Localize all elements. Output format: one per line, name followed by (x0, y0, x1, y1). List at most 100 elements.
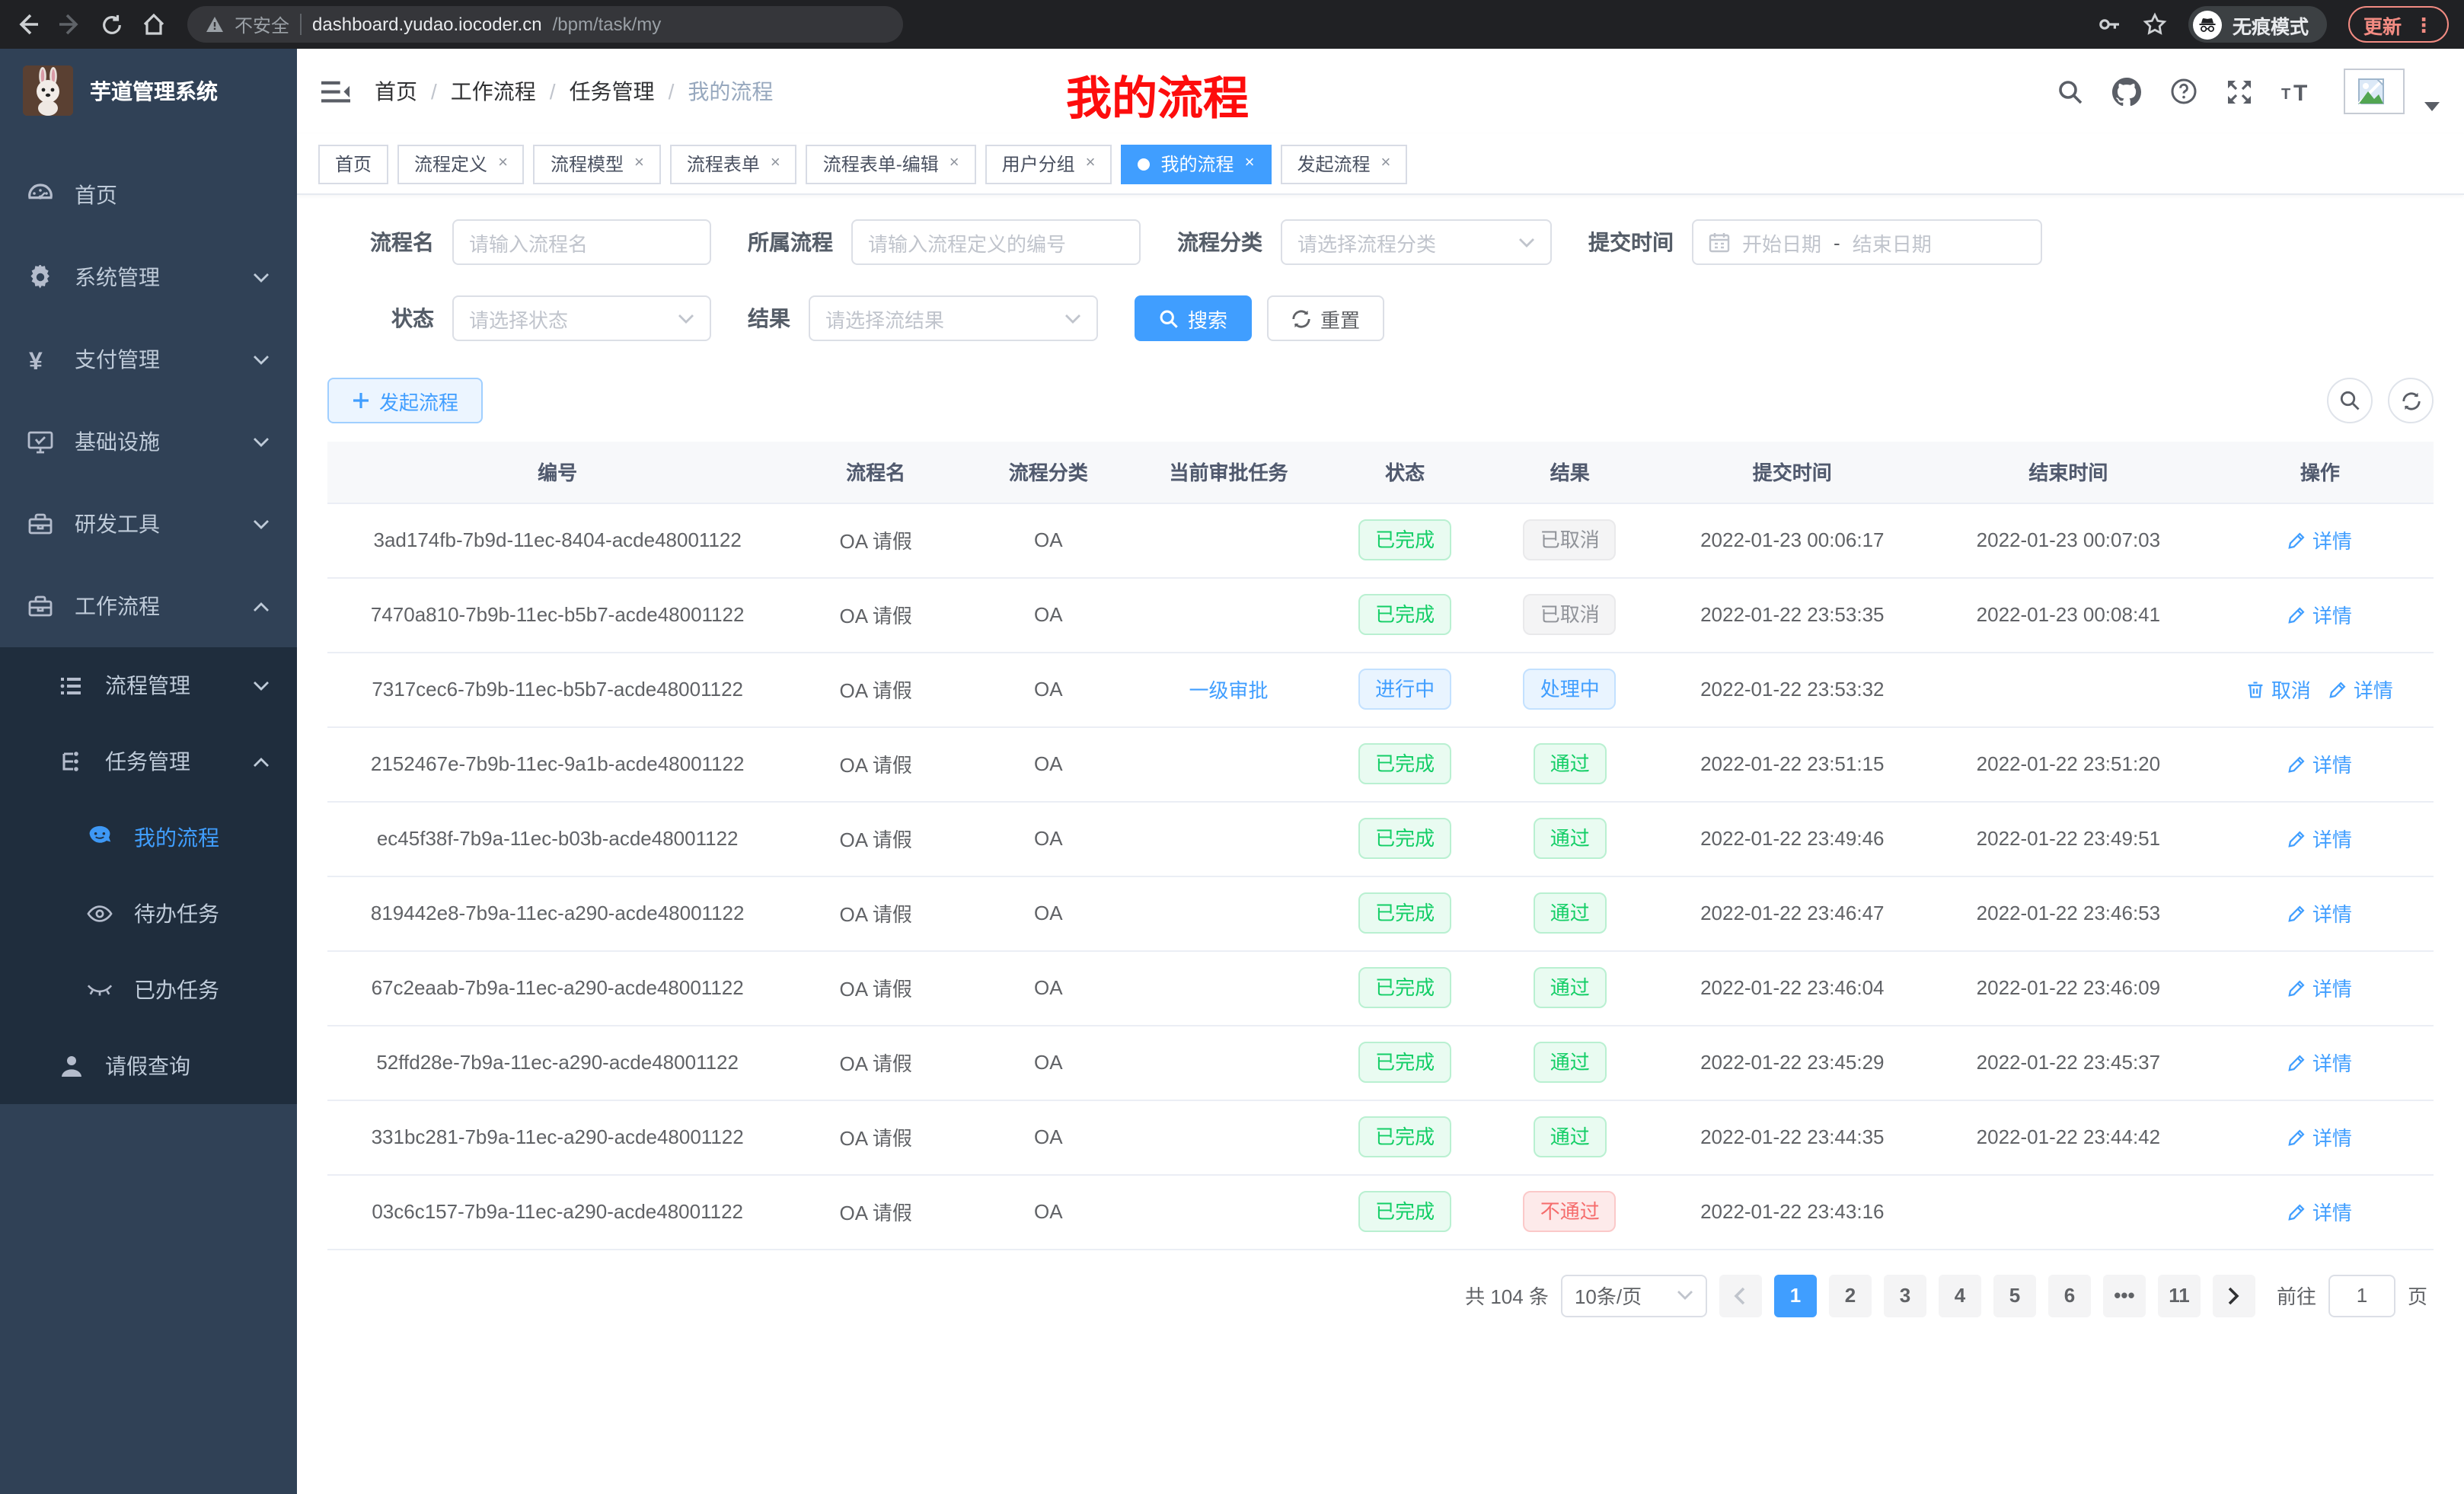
cell-id: 331bc281-7b9a-11ec-a290-acde48001122 (327, 1100, 787, 1174)
search-button[interactable]: 搜索 (1135, 295, 1252, 341)
address-bar[interactable]: 不安全 dashboard.yudao.iocoder.cn/bpm/task/… (187, 6, 903, 43)
browser-forward-icon[interactable] (58, 12, 82, 37)
password-key-icon[interactable] (2097, 12, 2121, 37)
fullscreen-icon[interactable] (2226, 78, 2252, 104)
sidebar-item-系统管理[interactable]: 系统管理 (0, 236, 297, 318)
close-icon[interactable]: × (771, 155, 780, 172)
row-detail-link[interactable]: 详情 (2288, 1197, 2352, 1226)
breadcrumb-item[interactable]: 任务管理 (570, 76, 655, 107)
page-button-2[interactable]: 2 (1829, 1274, 1872, 1317)
page-button-6[interactable]: 6 (2048, 1274, 2091, 1317)
tab-流程表单-编辑[interactable]: 流程表单-编辑× (806, 144, 976, 184)
refresh-table-button[interactable] (2388, 378, 2434, 423)
page-button-4[interactable]: 4 (1939, 1274, 1981, 1317)
app-title: 芋道管理系统 (90, 75, 218, 106)
goto-page-input[interactable]: 1 (2328, 1274, 2395, 1317)
tab-发起流程[interactable]: 发起流程× (1280, 144, 1407, 184)
current-task-link[interactable]: 一级审批 (1189, 675, 1268, 704)
browser-reload-icon[interactable] (101, 13, 123, 36)
status-select[interactable]: 请选择状态 (452, 295, 711, 341)
cell-end-time: 2022-01-23 00:07:03 (1930, 503, 2207, 577)
sidebar-item-待办任务[interactable]: 待办任务 (0, 876, 297, 952)
page-size-select[interactable]: 10条/页 (1561, 1274, 1707, 1317)
breadcrumb-separator: / (669, 79, 675, 104)
row-detail-link[interactable]: 详情 (2288, 1048, 2352, 1077)
sidebar-item-label: 任务管理 (105, 746, 190, 777)
tab-用户分组[interactable]: 用户分组× (985, 144, 1112, 184)
prev-page-button[interactable] (1719, 1274, 1762, 1317)
row-detail-link[interactable]: 详情 (2288, 600, 2352, 629)
breadcrumb-item[interactable]: 工作流程 (451, 76, 536, 107)
tab-流程表单[interactable]: 流程表单× (670, 144, 797, 184)
cell-actions: 取消详情 (2207, 652, 2434, 726)
row-detail-link[interactable]: 详情 (2288, 749, 2352, 778)
row-detail-link[interactable]: 详情 (2288, 1122, 2352, 1151)
github-icon[interactable] (2112, 77, 2141, 106)
browser-update-button[interactable]: 更新 ⋮ (2348, 6, 2449, 43)
sidebar-item-流程管理[interactable]: 流程管理 (0, 647, 297, 723)
cell-id: 2152467e-7b9b-11ec-9a1b-acde48001122 (327, 726, 787, 801)
page-button-1[interactable]: 1 (1774, 1274, 1817, 1317)
sidebar-item-已办任务[interactable]: 已办任务 (0, 952, 297, 1028)
browser-menu-icon[interactable]: ⋮ (2414, 14, 2434, 34)
result-badge: 通过 (1534, 967, 1607, 1008)
close-icon[interactable]: × (1380, 155, 1390, 172)
table-row: 819442e8-7b9a-11ec-a290-acde48001122OA 请… (327, 876, 2434, 950)
cell-status: 已完成 (1324, 1174, 1486, 1249)
row-cancel-link[interactable]: 取消 (2247, 675, 2311, 704)
row-detail-link[interactable]: 详情 (2288, 973, 2352, 1002)
breadcrumb-item[interactable]: 首页 (375, 76, 417, 107)
font-size-icon[interactable]: TT (2281, 79, 2315, 104)
browser-home-icon[interactable] (142, 12, 166, 37)
next-page-button[interactable] (2213, 1274, 2255, 1317)
sidebar-item-基础设施[interactable]: 基础设施 (0, 401, 297, 483)
close-icon[interactable]: × (498, 155, 508, 172)
sidebar-collapse-icon[interactable] (321, 78, 350, 104)
cell-status: 进行中 (1324, 652, 1486, 726)
row-detail-link[interactable]: 详情 (2288, 525, 2352, 554)
chevron-down-icon (253, 272, 270, 283)
close-icon[interactable]: × (634, 155, 644, 172)
not-secure-icon[interactable] (206, 15, 224, 34)
category-select[interactable]: 请选择流程分类 (1281, 219, 1552, 265)
close-icon[interactable]: × (1245, 155, 1255, 172)
reset-button[interactable]: 重置 (1267, 295, 1384, 341)
row-detail-link[interactable]: 详情 (2288, 899, 2352, 927)
page-button-5[interactable]: 5 (1993, 1274, 2036, 1317)
tab-首页[interactable]: 首页 (318, 144, 388, 184)
name-input[interactable]: 请输入流程名 (452, 219, 711, 265)
sidebar-item-支付管理[interactable]: ¥支付管理 (0, 318, 297, 401)
page-button-11[interactable]: 11 (2158, 1274, 2201, 1317)
sidebar-item-工作流程[interactable]: 工作流程 (0, 565, 297, 647)
sidebar-item-研发工具[interactable]: 研发工具 (0, 483, 297, 565)
sidebar-item-首页[interactable]: 首页 (0, 154, 297, 236)
close-icon[interactable]: × (950, 155, 959, 172)
bookmark-star-icon[interactable] (2143, 12, 2167, 37)
tab-流程模型[interactable]: 流程模型× (534, 144, 661, 184)
cell-current-task (1133, 503, 1325, 577)
close-icon[interactable]: × (1086, 155, 1096, 172)
row-detail-link[interactable]: 详情 (2288, 824, 2352, 853)
sidebar-item-我的流程[interactable]: 我的流程 (0, 800, 297, 876)
sidebar-item-任务管理[interactable]: 任务管理 (0, 723, 297, 800)
sidebar-item-请假查询[interactable]: 请假查询 (0, 1028, 297, 1104)
tab-流程定义[interactable]: 流程定义× (397, 144, 525, 184)
definition-input[interactable]: 请输入流程定义的编号 (851, 219, 1141, 265)
cell-name: OA 请假 (787, 503, 964, 577)
row-detail-link[interactable]: 详情 (2329, 675, 2393, 704)
result-select[interactable]: 请选择流结果 (809, 295, 1098, 341)
search-icon[interactable] (2057, 78, 2083, 104)
browser-back-icon[interactable] (15, 12, 40, 37)
tab-我的流程[interactable]: 我的流程× (1122, 144, 1272, 184)
avatar[interactable] (2344, 69, 2405, 114)
avatar-caret-icon[interactable] (2424, 102, 2440, 114)
create-process-button[interactable]: 发起流程 (327, 378, 483, 423)
page-button-3[interactable]: 3 (1884, 1274, 1926, 1317)
column-header: 编号 (327, 442, 787, 503)
page-ellipsis[interactable]: ••• (2103, 1274, 2146, 1317)
date-range-picker[interactable]: 开始日期 - 结束日期 (1692, 219, 2042, 265)
toggle-search-button[interactable] (2327, 378, 2373, 423)
browser-chrome: 不安全 dashboard.yudao.iocoder.cn/bpm/task/… (0, 0, 2464, 49)
app-logo[interactable]: 芋道管理系统 (0, 49, 297, 132)
help-icon[interactable] (2170, 78, 2197, 105)
